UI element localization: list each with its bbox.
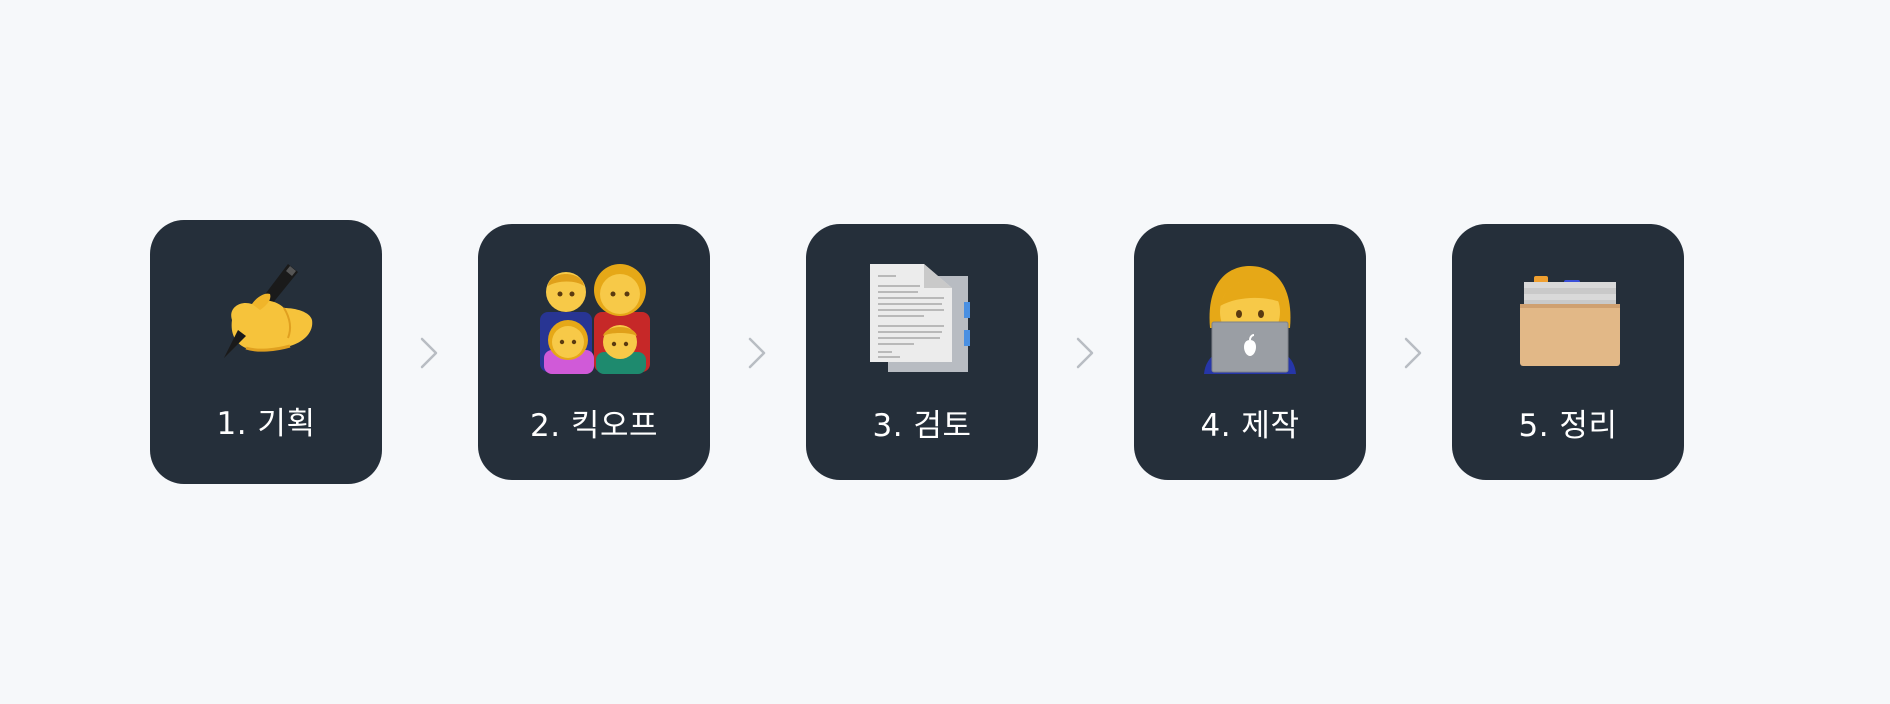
card-file-box-icon (1452, 262, 1684, 374)
process-flow: 1. 기획 2. 킥오프 3. 검토 4. 제작 5. 정리 (0, 0, 1890, 704)
step-label: 1. 기획 (216, 406, 316, 442)
step-label: 5. 정리 (1518, 408, 1618, 444)
chevron-right-icon (748, 337, 766, 369)
writing-hand-icon (150, 258, 382, 370)
step-card-planning: 1. 기획 (150, 220, 382, 484)
step-card-kickoff: 2. 킥오프 (478, 224, 710, 480)
step-card-review: 3. 검토 (806, 224, 1038, 480)
woman-at-laptop-icon (1134, 262, 1366, 374)
documents-icon (806, 262, 1038, 374)
chevron-right-icon (1076, 337, 1094, 369)
step-card-wrap-up: 5. 정리 (1452, 224, 1684, 480)
step-label: 3. 검토 (872, 408, 972, 444)
chevron-right-icon (1404, 337, 1422, 369)
family-icon (478, 262, 710, 374)
step-label: 4. 제작 (1200, 408, 1300, 444)
step-label: 2. 킥오프 (530, 408, 658, 444)
step-card-production: 4. 제작 (1134, 224, 1366, 480)
chevron-right-icon (420, 337, 438, 369)
